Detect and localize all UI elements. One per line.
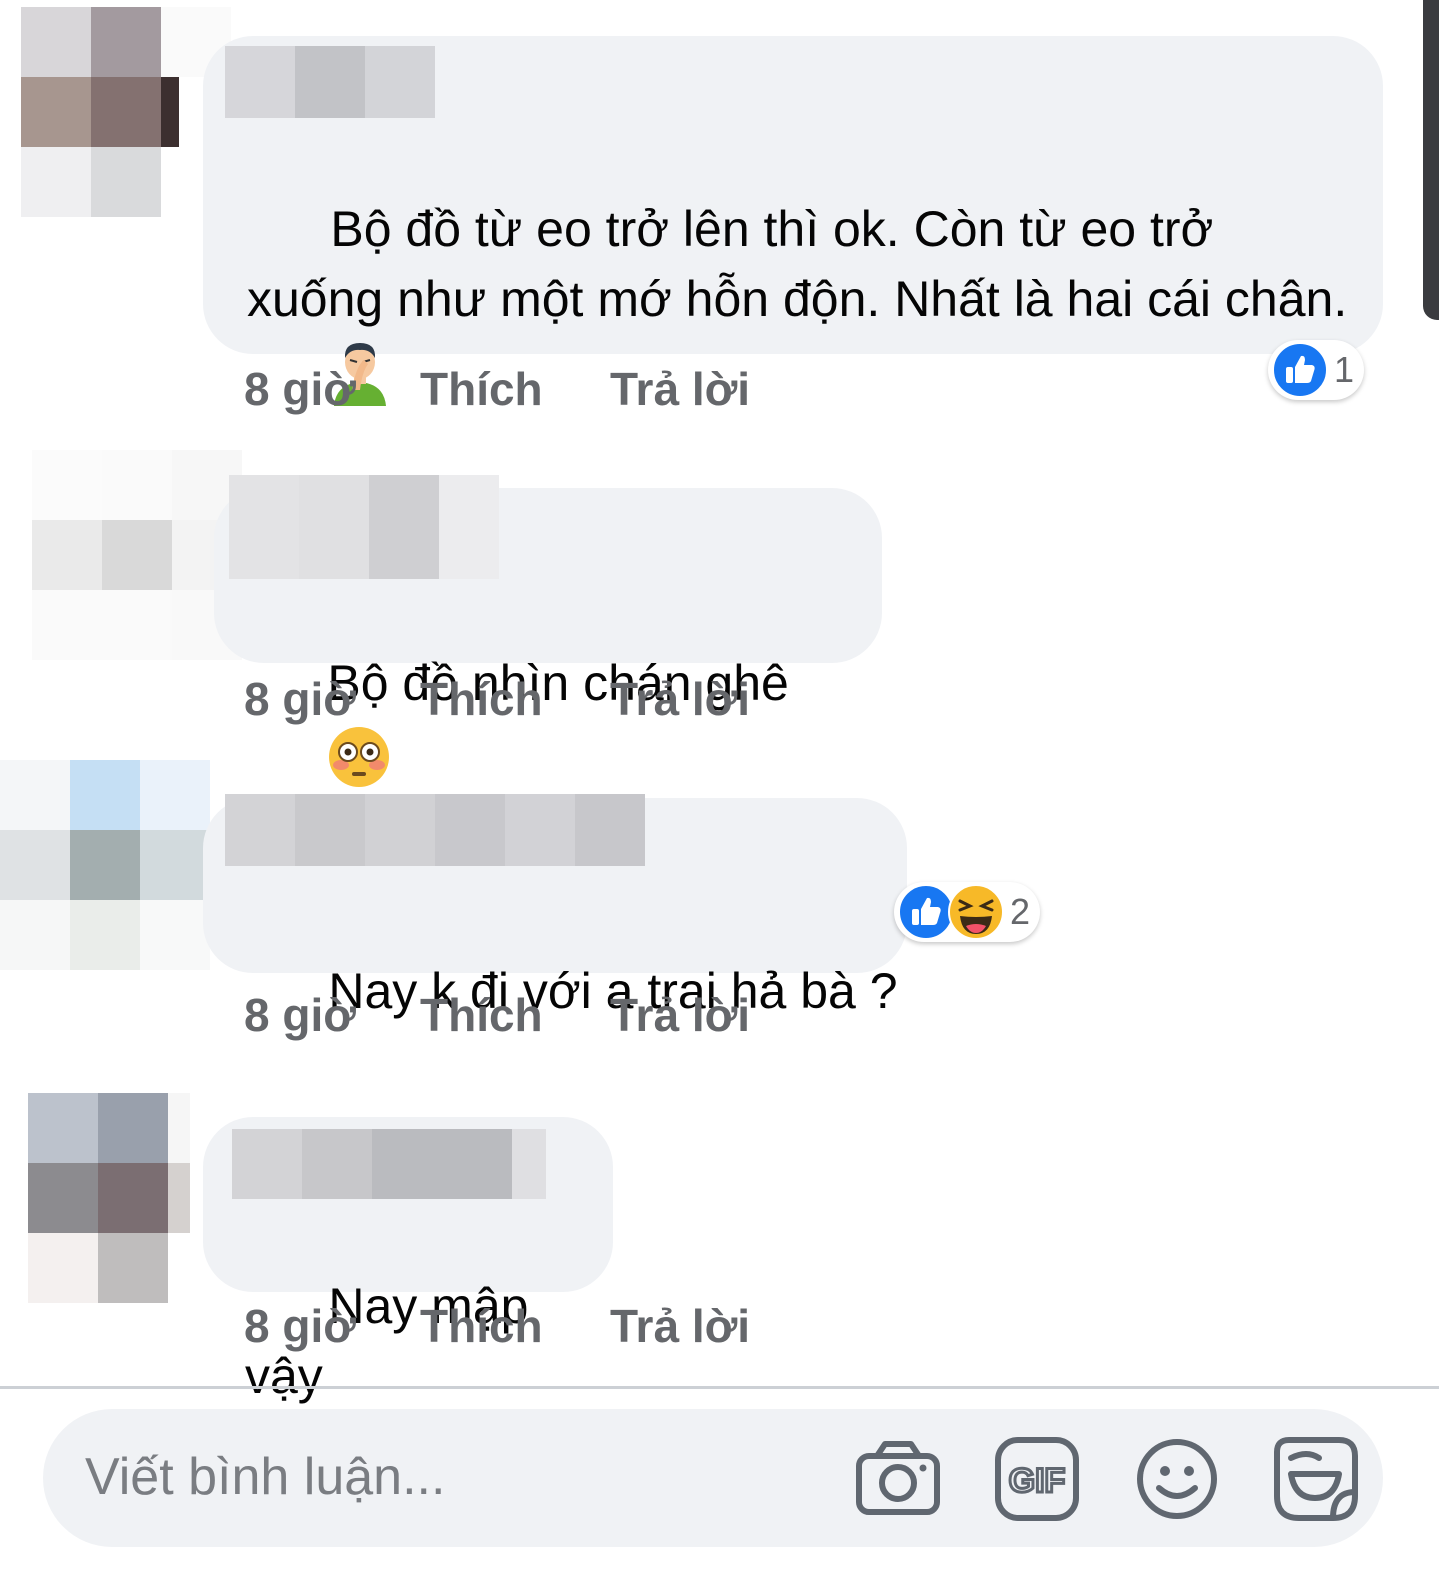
comment-bubble: Nay mập vậy (203, 1117, 613, 1404)
camera-icon[interactable] (855, 1436, 941, 1522)
avatar[interactable] (0, 760, 210, 970)
author-name-blurred[interactable] (225, 794, 645, 866)
like-reaction-icon (898, 884, 954, 940)
flushed-face-emoji (329, 726, 390, 787)
comment-time[interactable]: 8 giờ (244, 988, 420, 1042)
comment-composer[interactable]: Viết bình luận... GIF (43, 1409, 1383, 1547)
comment-actions: 8 giờ Thích Trả lời (244, 1299, 750, 1353)
like-link[interactable]: Thích (420, 988, 610, 1042)
avatar[interactable] (32, 450, 242, 660)
like-reaction-icon (1272, 342, 1328, 398)
gif-icon[interactable]: GIF (994, 1436, 1080, 1522)
reaction-count: 2 (1010, 891, 1031, 932)
sticker-icon[interactable] (1273, 1436, 1359, 1522)
comment-actions: 8 giờ Thích Trả lời (244, 988, 750, 1042)
author-name-blurred[interactable] (229, 475, 499, 579)
author-name-blurred[interactable] (232, 1129, 546, 1199)
comment-text: Bộ đồ từ eo trở lên thì ok. Còn từ eo tr… (247, 124, 1357, 476)
reaction-summary[interactable]: 2 (894, 882, 1041, 942)
reaction-summary[interactable]: 1 (1268, 340, 1365, 400)
like-link[interactable]: Thích (420, 1299, 610, 1353)
like-link[interactable]: Thích (420, 362, 610, 416)
haha-reaction-icon (948, 884, 1004, 940)
composer-divider (0, 1386, 1439, 1389)
like-link[interactable]: Thích (420, 672, 610, 726)
emoji-icon[interactable] (1134, 1436, 1220, 1522)
comment-text-content: Bộ đồ từ eo trở lên thì ok. Còn từ eo tr… (247, 201, 1348, 327)
reply-link[interactable]: Trả lời (610, 362, 750, 416)
svg-text:GIF: GIF (1009, 1462, 1066, 1500)
comment-input-placeholder[interactable]: Viết bình luận... (85, 1447, 445, 1507)
reply-link[interactable]: Trả lời (610, 988, 750, 1042)
comment-bubble: Bộ đồ từ eo trở lên thì ok. Còn từ eo tr… (203, 36, 1383, 406)
comment-time[interactable]: 8 giờ (244, 672, 420, 726)
reply-link[interactable]: Trả lời (610, 672, 750, 726)
comment-time[interactable]: 8 giờ (244, 1299, 420, 1353)
scrollbar-thumb[interactable] (1423, 0, 1439, 320)
comment-bubble: Bộ đồ nhìn chán ghê (214, 475, 882, 787)
reaction-count: 1 (1334, 349, 1355, 390)
author-name-blurred[interactable] (225, 46, 435, 118)
comment-bubble: Nay k đi với a trai hả bà ? (203, 794, 907, 1019)
avatar[interactable] (21, 7, 231, 217)
comment-actions: 8 giờ Thích Trả lời (244, 362, 750, 416)
comment-actions: 8 giờ Thích Trả lời (244, 672, 750, 726)
comment-time[interactable]: 8 giờ (244, 362, 420, 416)
reply-link[interactable]: Trả lời (610, 1299, 750, 1353)
